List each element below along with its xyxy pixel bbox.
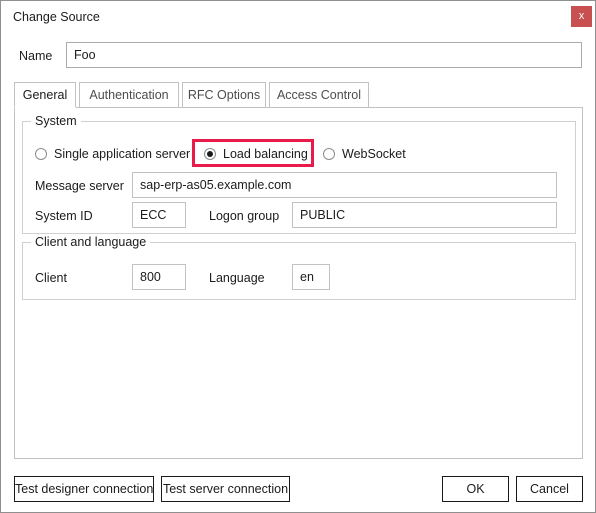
logon-group-label: Logon group (209, 209, 280, 223)
system-id-input[interactable] (132, 202, 186, 228)
client-and-language-group-legend: Client and language (31, 235, 151, 249)
test-designer-connection-button[interactable]: Test designer connection (14, 476, 154, 502)
radio-unchecked-icon (35, 147, 47, 160)
tab-general[interactable]: General (14, 82, 76, 108)
name-label: Name (19, 49, 53, 63)
cancel-button[interactable]: Cancel (516, 476, 583, 502)
name-input[interactable] (66, 42, 582, 68)
radio-load-balancing[interactable]: Load balancing (204, 145, 308, 162)
radio-websocket-label: WebSocket (342, 146, 406, 161)
close-icon[interactable]: x (571, 6, 592, 27)
language-input[interactable] (292, 264, 330, 290)
tab-authentication[interactable]: Authentication (79, 82, 179, 108)
test-server-connection-button[interactable]: Test server connection (161, 476, 290, 502)
radio-unchecked-icon (323, 147, 335, 160)
message-server-input[interactable] (132, 172, 557, 198)
message-server-label: Message server (35, 179, 124, 193)
radio-load-balancing-label: Load balancing (223, 146, 308, 161)
tab-rfc-options[interactable]: RFC Options (182, 82, 266, 108)
system-group-legend: System (31, 114, 81, 128)
client-input[interactable] (132, 264, 186, 290)
logon-group-input[interactable] (292, 202, 557, 228)
dialog-title: Change Source (13, 10, 100, 24)
client-label: Client (35, 271, 67, 285)
change-source-dialog: Change Source x Name General Authenticat… (0, 0, 596, 513)
radio-checked-icon (204, 147, 216, 160)
tab-access-control[interactable]: Access Control (269, 82, 369, 108)
title-bar: Change Source x (1, 1, 595, 33)
radio-single-application-server-label: Single application server (54, 146, 191, 161)
radio-single-application-server[interactable]: Single application server (35, 145, 190, 162)
ok-button[interactable]: OK (442, 476, 509, 502)
radio-websocket[interactable]: WebSocket (323, 145, 406, 162)
language-label: Language (209, 271, 265, 285)
system-id-label: System ID (35, 209, 93, 223)
